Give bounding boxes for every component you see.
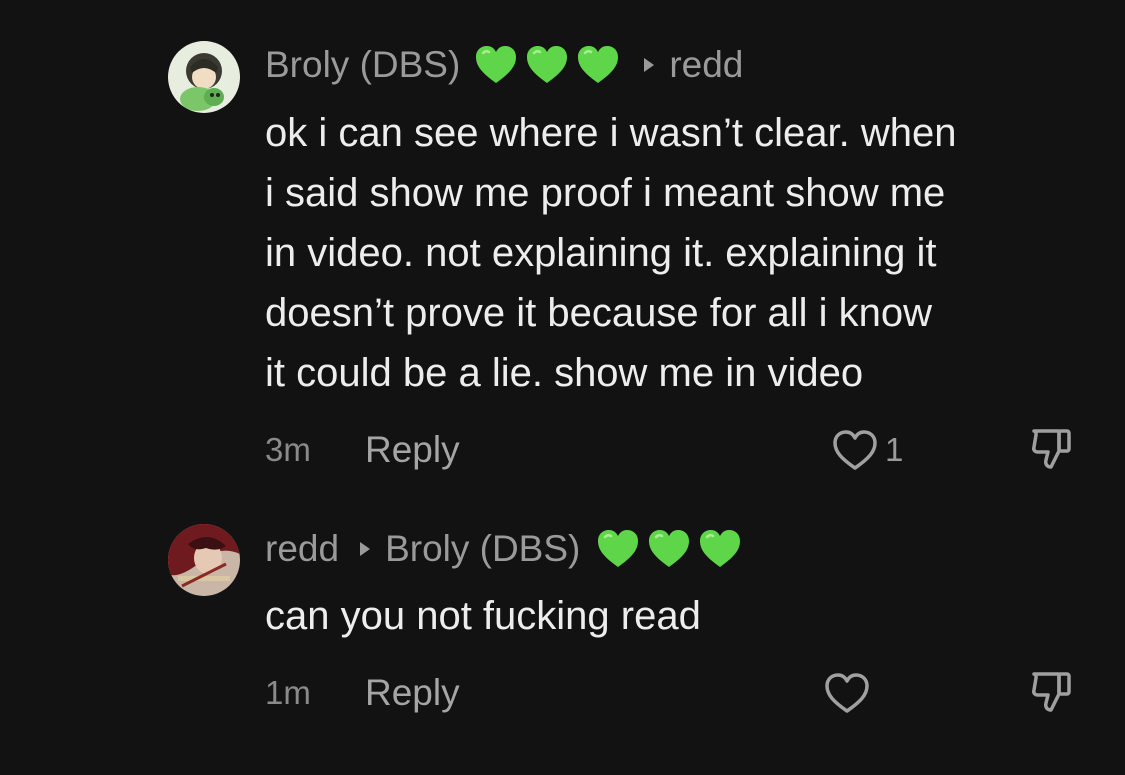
- avatar[interactable]: [168, 524, 240, 596]
- timestamp: 1m: [265, 674, 311, 711]
- heart-outline-icon: [825, 673, 869, 713]
- thumbs-down-icon: [1032, 428, 1071, 469]
- comment-header: redd Broly (DBS): [265, 524, 747, 574]
- reply-to-name[interactable]: Broly (DBS): [385, 528, 580, 570]
- green-hearts-emoji: [594, 525, 747, 573]
- author-name[interactable]: redd: [265, 528, 339, 570]
- green-heart-emoji-icon: [476, 46, 517, 83]
- green-heart-emoji-icon: [578, 46, 619, 83]
- caret-right-icon: [644, 58, 655, 72]
- green-heart-emoji-icon: [598, 530, 639, 567]
- like-button[interactable]: 1: [831, 428, 905, 472]
- dislike-button[interactable]: [1029, 668, 1075, 719]
- thumbs-down-icon: [1032, 671, 1071, 712]
- comment-header: Broly (DBS) redd: [265, 40, 743, 90]
- reply-button[interactable]: Reply: [365, 672, 460, 714]
- caret-right-icon: [360, 542, 371, 556]
- comment-text: can you not fucking read: [265, 594, 701, 638]
- green-heart-emoji-icon: [649, 530, 690, 567]
- author-name[interactable]: Broly (DBS): [265, 44, 460, 86]
- dislike-button[interactable]: [1029, 425, 1075, 476]
- heart-outline-icon: [833, 430, 877, 470]
- like-button[interactable]: [823, 671, 871, 715]
- reply-button[interactable]: Reply: [365, 429, 460, 471]
- comment-actions: 3m Reply 1: [265, 425, 1085, 475]
- comment-text: ok i can see where i wasn’t clear. when …: [265, 111, 957, 395]
- green-heart-emoji-icon: [527, 46, 568, 83]
- like-count: 1: [885, 431, 904, 468]
- green-hearts-emoji: [472, 41, 625, 89]
- comment-actions: 1m Reply: [265, 668, 1085, 718]
- reply-to-name[interactable]: redd: [669, 44, 743, 86]
- timestamp: 3m: [265, 431, 311, 468]
- green-heart-emoji-icon: [700, 530, 741, 567]
- avatar[interactable]: [168, 41, 240, 113]
